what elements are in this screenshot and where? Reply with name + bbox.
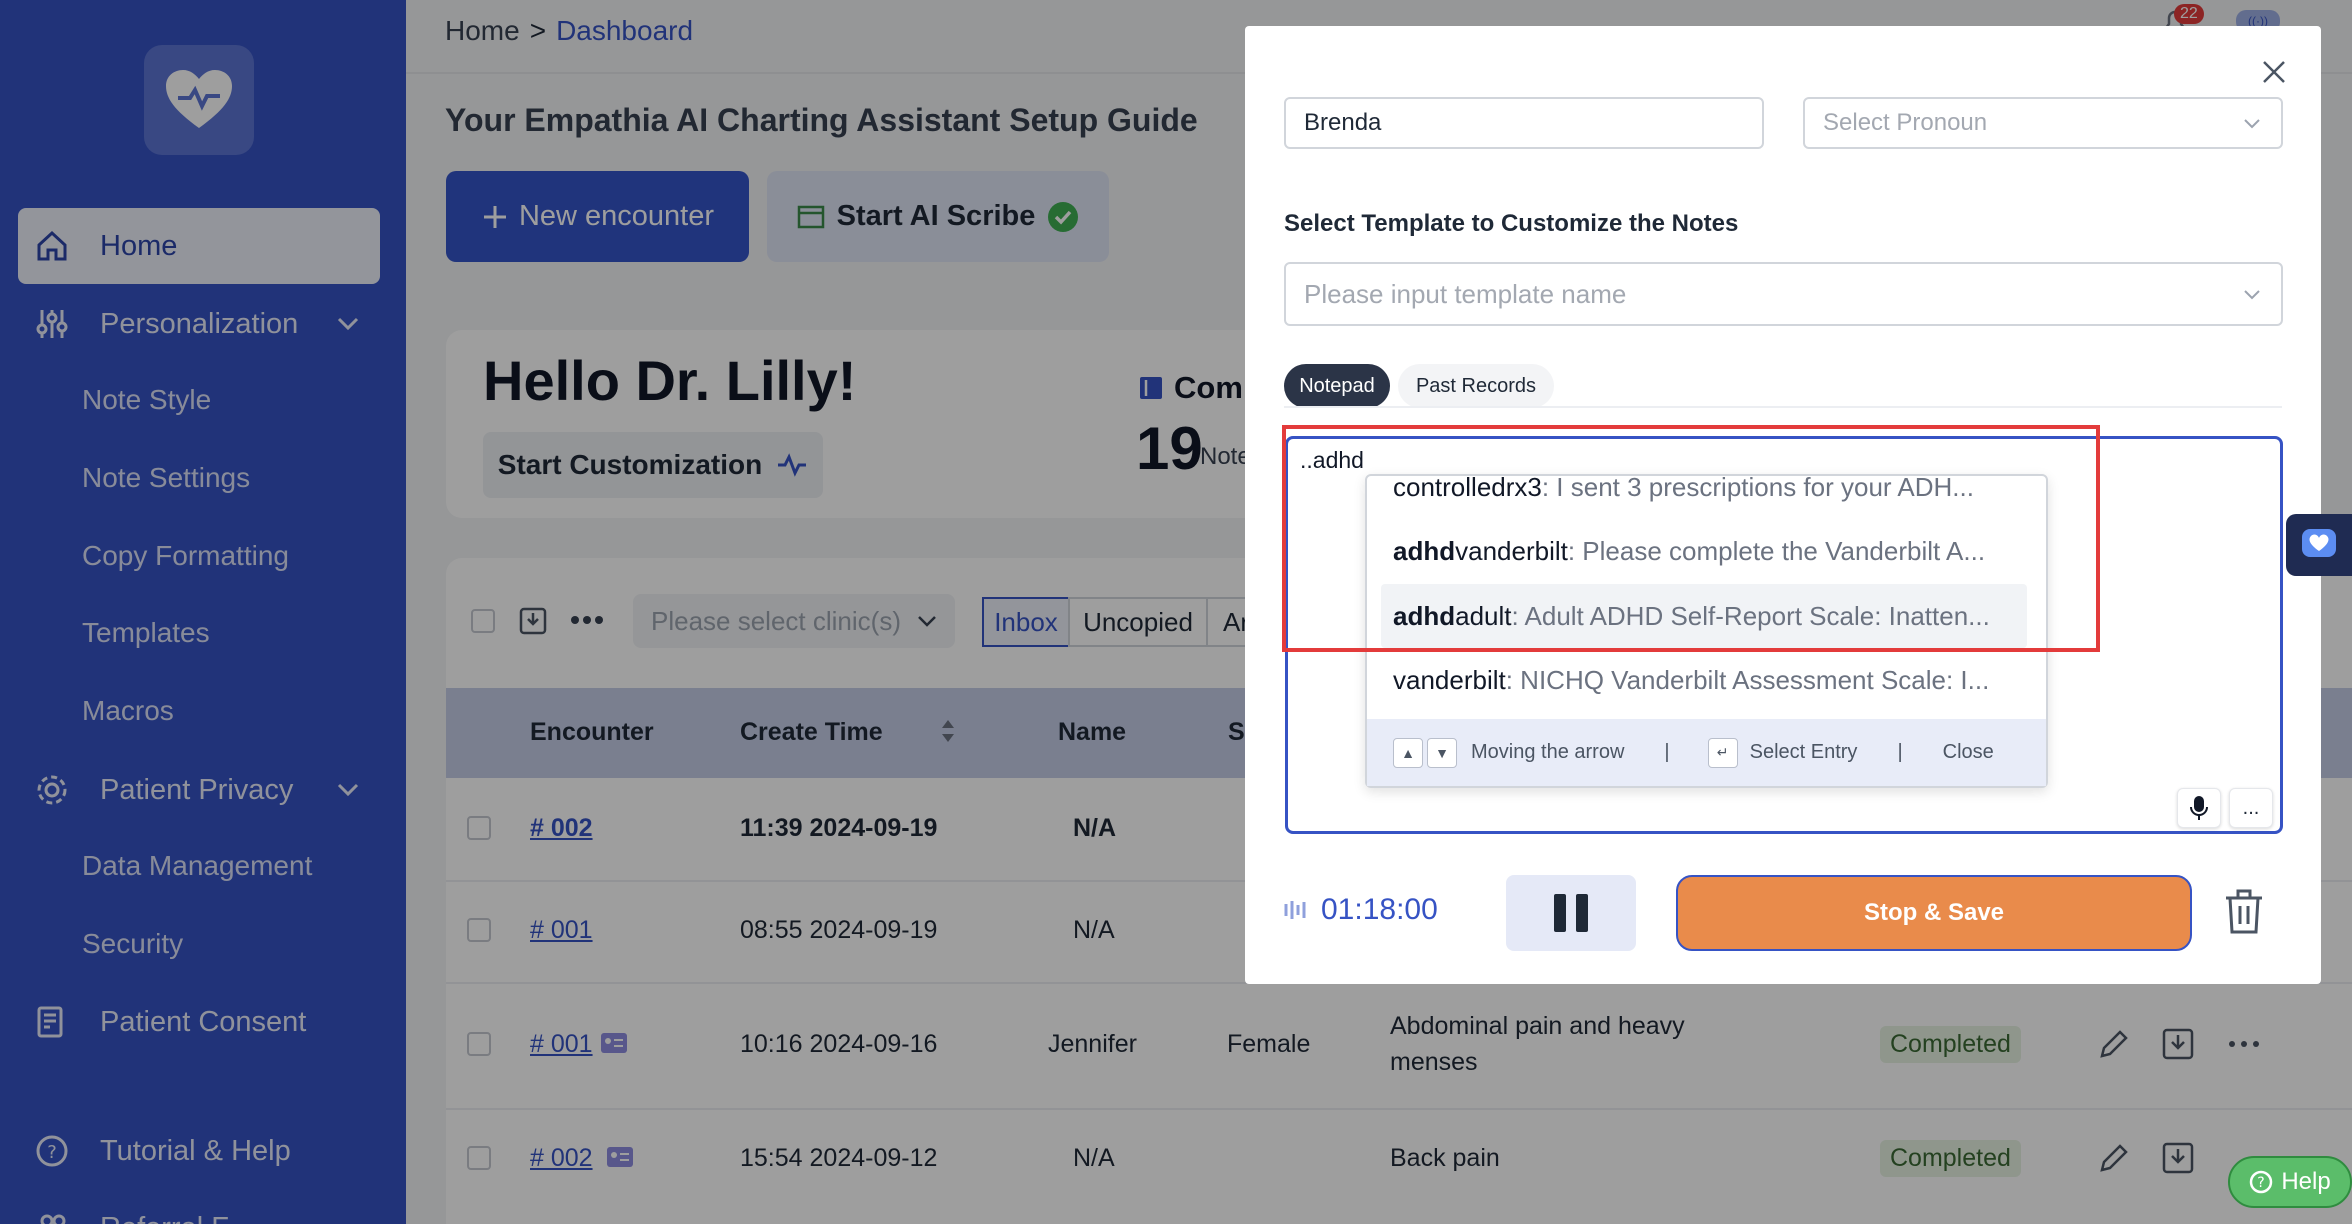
chevron-down-icon	[2244, 290, 2260, 300]
assistant-widget[interactable]	[2286, 514, 2352, 576]
patient-name-input[interactable]: Brenda	[1284, 97, 1764, 149]
tab-notepad[interactable]: Notepad	[1284, 364, 1390, 408]
microphone-button[interactable]	[2177, 788, 2221, 828]
stop-save-button[interactable]: Stop & Save	[1676, 875, 2192, 951]
suggestion-footer: ▲ ▼ Moving the arrow | ↵ Select Entry | …	[1367, 719, 2046, 786]
enter-key-icon: ↵	[1707, 737, 1738, 768]
close-suggestions-button[interactable]: Close	[1943, 741, 1994, 764]
pronoun-select[interactable]: Select Pronoun	[1803, 97, 2283, 149]
tab-past-records[interactable]: Past Records	[1398, 364, 1554, 408]
tabs-divider	[1284, 406, 2282, 408]
svg-text:?: ?	[2258, 1175, 2265, 1191]
recording-timer: 01:18:00	[1283, 893, 1438, 927]
microphone-icon	[2190, 796, 2208, 820]
heart-chat-icon	[2302, 529, 2336, 557]
suggestion-item[interactable]: vanderbilt : NICHQ Vanderbilt Assessment…	[1381, 648, 2027, 712]
arrow-up-key-icon: ▲	[1393, 737, 1423, 768]
hint-select: Select Entry	[1749, 741, 1858, 763]
suggestion-desc: : NICHQ Vanderbilt Assessment Scale: I..…	[1505, 664, 1990, 695]
help-button[interactable]: ? Help	[2228, 1156, 2352, 1208]
arrow-down-key-icon: ▼	[1427, 737, 1457, 768]
trash-icon[interactable]	[2222, 888, 2266, 936]
suggestion-key: vanderbilt	[1393, 664, 1506, 695]
chevron-down-icon	[2244, 119, 2260, 129]
pronoun-placeholder: Select Pronoun	[1823, 109, 1988, 136]
hint-move: Moving the arrow	[1471, 741, 1625, 763]
template-label: Select Template to Customize the Notes	[1284, 210, 1739, 237]
waveform-icon	[1284, 901, 1306, 919]
help-label: Help	[2281, 1168, 2331, 1195]
patient-name-value: Brenda	[1304, 109, 1382, 136]
pause-icon-bar	[1576, 894, 1588, 932]
template-select[interactable]: Please input template name	[1284, 262, 2283, 326]
timer-value: 01:18:00	[1321, 893, 1438, 926]
close-icon[interactable]	[2258, 56, 2290, 88]
hint-separator: |	[1897, 741, 1903, 763]
template-placeholder: Please input template name	[1304, 278, 1627, 309]
pause-button[interactable]	[1506, 875, 1636, 951]
more-button[interactable]: ...	[2229, 788, 2273, 828]
hint-separator: |	[1664, 741, 1670, 763]
highlight-annotation	[1282, 425, 2100, 652]
help-circle-icon: ?	[2250, 1170, 2273, 1194]
pause-icon-bar	[1554, 894, 1566, 932]
